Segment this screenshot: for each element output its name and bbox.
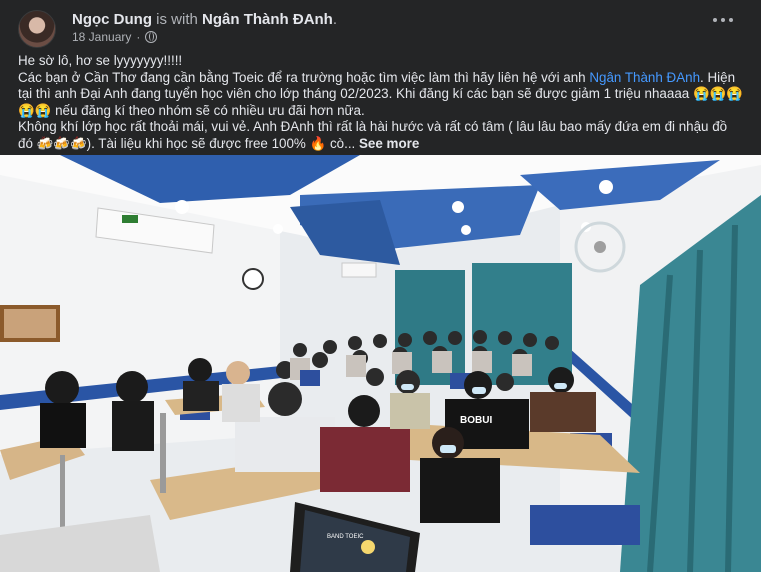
caption-text: Các bạn ở Cần Thơ đang cần bằng Toeic để… (18, 69, 590, 85)
with-text: is with (156, 11, 198, 28)
post-caption: He sờ lô, hơ se lyyyyyyy!!!!! Các bạn ở … (18, 53, 743, 153)
shirt-text: BOBUI (460, 415, 492, 426)
author-name[interactable]: Ngọc Dung (72, 11, 152, 28)
post-meta: 18 January · (72, 30, 158, 44)
tagged-link[interactable]: Ngân Thành ĐAnh (589, 70, 700, 85)
caption-line-1: He sờ lô, hơ se lyyyyyyy!!!!! (18, 53, 183, 68)
tagged-name[interactable]: Ngân Thành ĐAnh (202, 11, 333, 28)
caption-paragraph-3: Không khí lớp học rất thoải mái, vui vẻ.… (18, 119, 743, 152)
post-header: Ngọc Dung is with Ngân Thành ĐAnh. 18 Ja… (18, 10, 743, 48)
header-period: . (332, 11, 338, 28)
caption-paragraph-2: Các bạn ở Cần Thơ đang cần bằng Toeic để… (18, 70, 743, 120)
see-more-link[interactable]: See more (359, 136, 419, 151)
laptop-screen-text: BAND TOEIC (327, 534, 364, 540)
author-line: Ngọc Dung is with Ngân Thành ĐAnh. (72, 11, 337, 28)
post-date[interactable]: 18 January (72, 30, 131, 44)
meta-separator: · (136, 30, 141, 44)
globe-icon[interactable] (145, 31, 158, 43)
classroom-photo: BOBUI BAND TOEIC (0, 155, 761, 572)
more-horizontal-icon[interactable] (713, 18, 733, 24)
avatar[interactable] (18, 10, 56, 48)
facebook-post: Ngọc Dung is with Ngân Thành ĐAnh. 18 Ja… (0, 0, 761, 572)
post-photo[interactable]: BOBUI BAND TOEIC (0, 155, 761, 572)
